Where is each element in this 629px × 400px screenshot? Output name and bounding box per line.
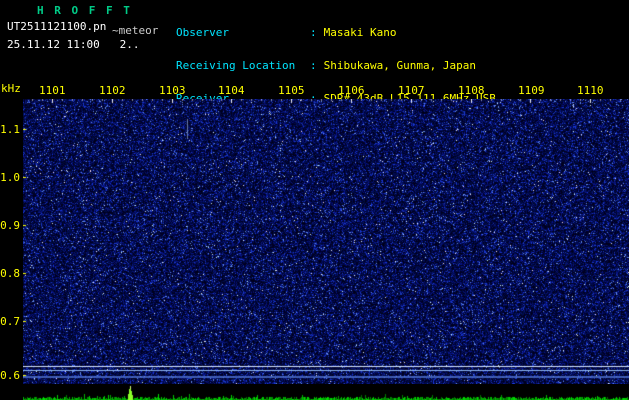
y-tick-label: 1.1 (0, 123, 20, 136)
y-tick-label: 0.9 (0, 219, 20, 232)
x-tick-label: 1109 (518, 84, 545, 97)
y-axis-labels: kHz 1.1 1.0 0.9 0.8 0.7 0.6 (0, 0, 23, 400)
signal-level-canvas (23, 385, 629, 400)
info-separator: : (310, 59, 317, 72)
info-row-location: Receiving Location: Shibukawa, Gunma, Jap… (176, 60, 529, 71)
info-row-observer: Observer: Masaki Kano (176, 27, 529, 38)
info-value: Shibukawa, Gunma, Japan (323, 59, 476, 72)
hrofft-output: H R O F F T UT2511121100.pn ~meteor 25.1… (0, 0, 629, 400)
x-tick-label: 1105 (278, 84, 305, 97)
x-tick-label: 1106 (338, 84, 365, 97)
x-axis-labels: 1101 1102 1103 1104 1105 1106 1107 1108 … (0, 85, 629, 96)
x-tick-label: 1103 (159, 84, 186, 97)
info-separator: : (310, 26, 317, 39)
x-tick-label: 1108 (458, 84, 485, 97)
y-tick-label: 1.0 (0, 171, 20, 184)
overlay-meteor-label: ~meteor (112, 24, 159, 37)
y-tick-label: 0.8 (0, 267, 20, 280)
info-label: Receiving Location (176, 59, 296, 72)
y-tick-label: 0.7 (0, 315, 20, 328)
info-value: Masaki Kano (323, 26, 397, 39)
x-tick-label: 1107 (398, 84, 425, 97)
x-tick-label: 1101 (39, 84, 66, 97)
y-axis-unit: kHz (1, 82, 21, 95)
x-tick-label: 1104 (218, 84, 245, 97)
spectrogram-canvas (23, 99, 629, 384)
x-tick-label: 1102 (99, 84, 126, 97)
info-label: Observer (176, 26, 229, 39)
datetime-label: 25.11.12 11:00 2.. (7, 38, 140, 51)
x-tick-label: 1110 (577, 84, 604, 97)
app-title: H R O F F T (37, 4, 132, 17)
y-tick-label: 0.6 (0, 369, 20, 382)
